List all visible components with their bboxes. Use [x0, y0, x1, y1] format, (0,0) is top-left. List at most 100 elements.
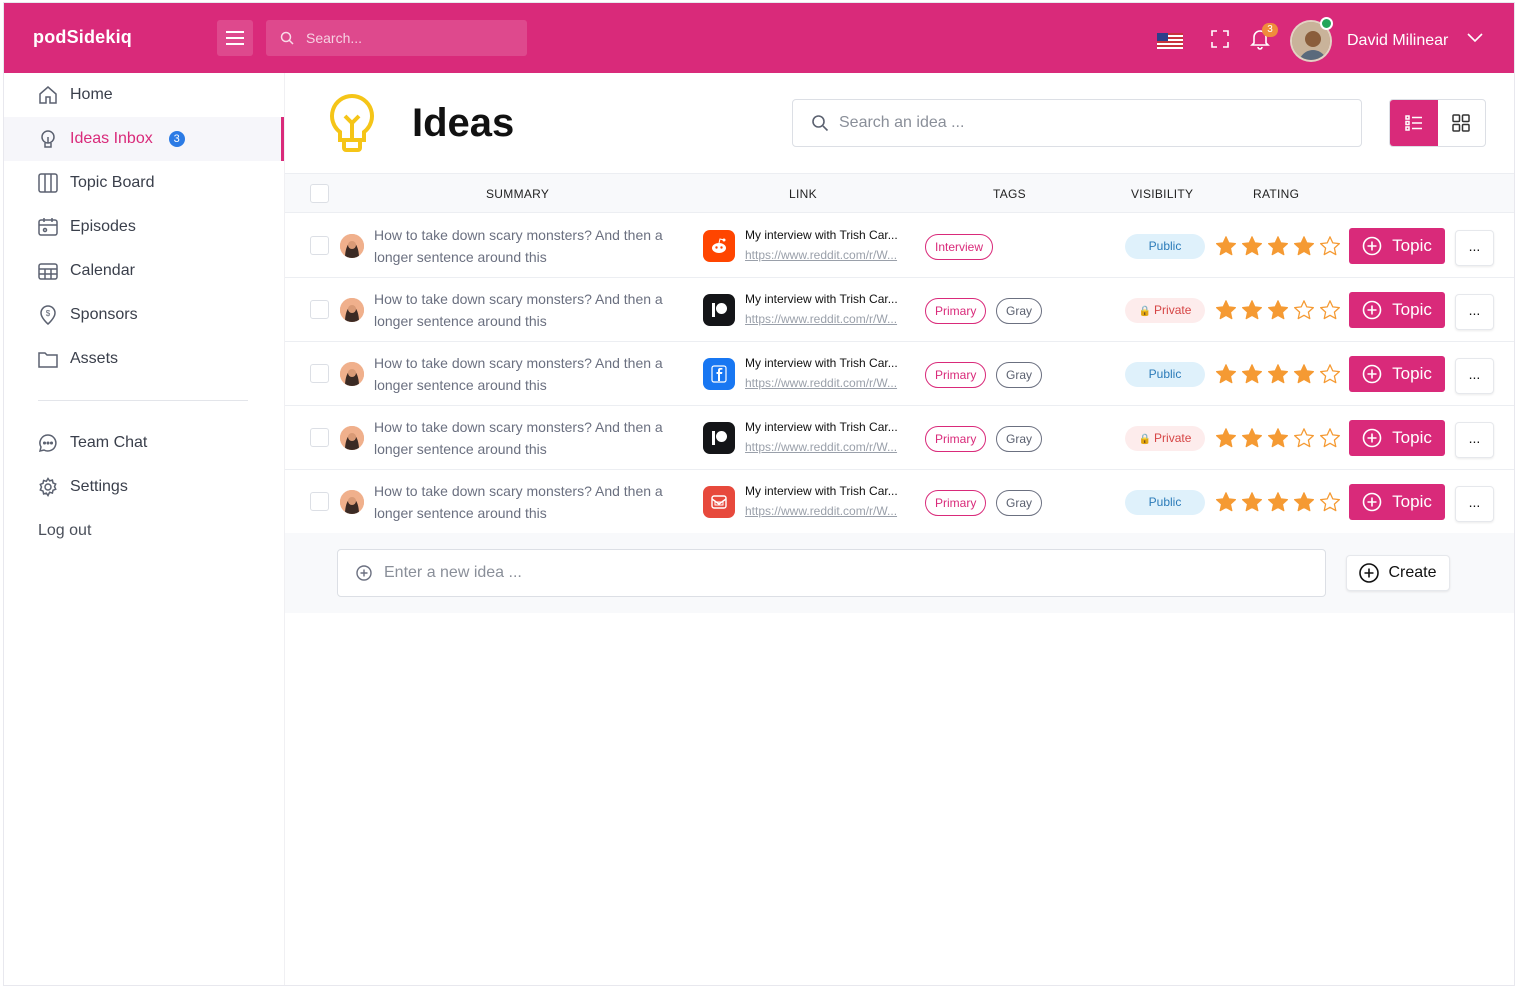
star-icon[interactable]	[1215, 299, 1237, 321]
column-header-rating[interactable]: RATING	[1253, 187, 1299, 201]
tag-badge[interactable]: Primary	[925, 362, 987, 388]
visibility-badge[interactable]: 🔒 Private	[1125, 426, 1205, 451]
star-icon[interactable]	[1267, 427, 1289, 449]
rating-stars[interactable]	[1215, 427, 1341, 449]
link-url[interactable]: https://www.reddit.com/r/W...	[745, 376, 915, 390]
add-topic-button[interactable]: Topic	[1349, 484, 1445, 520]
star-icon[interactable]	[1241, 235, 1263, 257]
link-title[interactable]: My interview with Trish Car...	[745, 484, 915, 498]
more-actions-button[interactable]: ...	[1455, 294, 1494, 330]
star-icon[interactable]	[1241, 363, 1263, 385]
star-icon[interactable]	[1293, 427, 1315, 449]
row-checkbox[interactable]	[310, 364, 329, 383]
tag-badge[interactable]: Interview	[925, 234, 994, 260]
new-idea-input[interactable]	[384, 564, 1284, 582]
sidebar-item-sponsors[interactable]: $ Sponsors	[4, 293, 284, 337]
tag-badge[interactable]: Primary	[925, 298, 987, 324]
rating-stars[interactable]	[1215, 235, 1341, 257]
idea-summary[interactable]: How to take down scary monsters? And the…	[374, 288, 694, 332]
row-checkbox[interactable]	[310, 236, 329, 255]
star-icon[interactable]	[1319, 235, 1341, 257]
table-row[interactable]: How to take down scary monsters? And the…	[285, 470, 1514, 534]
add-topic-button[interactable]: Topic	[1349, 228, 1445, 264]
table-row[interactable]: How to take down scary monsters? And the…	[285, 342, 1514, 406]
column-header-visibility[interactable]: VISIBILITY	[1131, 187, 1193, 201]
star-icon[interactable]	[1215, 235, 1237, 257]
more-actions-button[interactable]: ...	[1455, 422, 1494, 458]
column-header-summary[interactable]: SUMMARY	[486, 187, 549, 201]
grid-view-button[interactable]	[1438, 100, 1486, 146]
star-icon[interactable]	[1319, 427, 1341, 449]
link-url[interactable]: https://www.reddit.com/r/W...	[745, 312, 915, 326]
rating-stars[interactable]	[1215, 491, 1341, 513]
column-header-tags[interactable]: TAGS	[993, 187, 1026, 201]
rating-stars[interactable]	[1215, 363, 1341, 385]
select-all-checkbox[interactable]	[310, 184, 329, 203]
row-checkbox[interactable]	[310, 300, 329, 319]
logout-link[interactable]: Log out	[38, 522, 91, 540]
add-topic-button[interactable]: Topic	[1349, 292, 1445, 328]
link-url[interactable]: https://www.reddit.com/r/W...	[745, 504, 915, 518]
idea-search-input[interactable]	[839, 114, 1339, 132]
star-icon[interactable]	[1293, 235, 1315, 257]
link-title[interactable]: My interview with Trish Car...	[745, 292, 915, 306]
row-checkbox[interactable]	[310, 492, 329, 511]
visibility-badge[interactable]: Public	[1125, 490, 1205, 515]
star-icon[interactable]	[1241, 491, 1263, 513]
table-row[interactable]: How to take down scary monsters? And the…	[285, 214, 1514, 278]
star-icon[interactable]	[1319, 491, 1341, 513]
more-actions-button[interactable]: ...	[1455, 230, 1494, 266]
sidebar-item-assets[interactable]: Assets	[4, 337, 284, 381]
idea-search[interactable]	[792, 99, 1362, 147]
star-icon[interactable]	[1293, 491, 1315, 513]
new-idea-field[interactable]	[337, 549, 1326, 597]
link-url[interactable]: https://www.reddit.com/r/W...	[745, 440, 915, 454]
sidebar-item-ideas-inbox[interactable]: Ideas Inbox 3	[4, 117, 284, 161]
table-row[interactable]: How to take down scary monsters? And the…	[285, 406, 1514, 470]
sidebar-item-topic-board[interactable]: Topic Board	[4, 161, 284, 205]
sidebar-item-team-chat[interactable]: Team Chat	[4, 421, 284, 465]
global-search-input[interactable]	[306, 30, 506, 46]
star-icon[interactable]	[1215, 427, 1237, 449]
us-flag-icon[interactable]	[1157, 33, 1183, 49]
chevron-down-icon[interactable]	[1467, 33, 1483, 43]
star-icon[interactable]	[1267, 491, 1289, 513]
menu-toggle-button[interactable]	[217, 20, 253, 56]
tag-badge[interactable]: Gray	[996, 490, 1043, 516]
visibility-badge[interactable]: 🔒 Private	[1125, 298, 1205, 323]
global-search[interactable]	[266, 20, 527, 56]
sidebar-item-home[interactable]: Home	[4, 73, 284, 117]
tag-badge[interactable]: Primary	[925, 426, 987, 452]
visibility-badge[interactable]: Public	[1125, 234, 1205, 259]
star-icon[interactable]	[1241, 299, 1263, 321]
sidebar-item-calendar[interactable]: Calendar	[4, 249, 284, 293]
link-title[interactable]: My interview with Trish Car...	[745, 228, 915, 242]
list-view-button[interactable]	[1390, 100, 1438, 146]
more-actions-button[interactable]: ...	[1455, 358, 1494, 394]
table-row[interactable]: How to take down scary monsters? And the…	[285, 278, 1514, 342]
user-name[interactable]: David Milinear	[1347, 32, 1448, 50]
star-icon[interactable]	[1267, 363, 1289, 385]
star-icon[interactable]	[1319, 363, 1341, 385]
row-checkbox[interactable]	[310, 428, 329, 447]
create-button[interactable]: Create	[1346, 555, 1450, 591]
tag-badge[interactable]: Primary	[925, 490, 987, 516]
star-icon[interactable]	[1267, 235, 1289, 257]
star-icon[interactable]	[1293, 299, 1315, 321]
link-url[interactable]: https://www.reddit.com/r/W...	[745, 248, 915, 262]
idea-summary[interactable]: How to take down scary monsters? And the…	[374, 416, 694, 460]
idea-summary[interactable]: How to take down scary monsters? And the…	[374, 352, 694, 396]
fullscreen-icon[interactable]	[1211, 30, 1229, 48]
tag-badge[interactable]: Gray	[996, 426, 1043, 452]
visibility-badge[interactable]: Public	[1125, 362, 1205, 387]
tag-badge[interactable]: Gray	[996, 362, 1043, 388]
sidebar-item-episodes[interactable]: Episodes	[4, 205, 284, 249]
add-topic-button[interactable]: Topic	[1349, 356, 1445, 392]
star-icon[interactable]	[1293, 363, 1315, 385]
link-title[interactable]: My interview with Trish Car...	[745, 420, 915, 434]
link-title[interactable]: My interview with Trish Car...	[745, 356, 915, 370]
star-icon[interactable]	[1215, 363, 1237, 385]
more-actions-button[interactable]: ...	[1455, 486, 1494, 522]
rating-stars[interactable]	[1215, 299, 1341, 321]
star-icon[interactable]	[1267, 299, 1289, 321]
